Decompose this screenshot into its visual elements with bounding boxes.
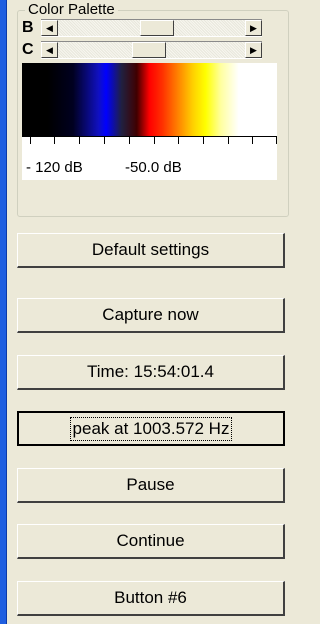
db-scale-tick — [228, 136, 229, 144]
c-scroll-left-button[interactable]: ◀ — [41, 42, 58, 58]
db-scale: - 120 dB -50.0 dB — [22, 136, 277, 180]
db-scale-tick — [54, 136, 55, 144]
c-slider-label: C — [22, 41, 34, 58]
c-scrollbar[interactable]: ◀ ▶ — [41, 41, 262, 59]
c-scroll-right-button[interactable]: ▶ — [245, 42, 262, 58]
db-scale-tick — [154, 136, 155, 144]
color-palette-legend: Color Palette — [25, 1, 118, 18]
db-scale-max-label: -50.0 dB — [125, 159, 182, 176]
db-scale-min-label: - 120 dB — [26, 159, 83, 176]
color-palette-gradient — [22, 63, 277, 136]
arrow-left-icon: ◀ — [46, 22, 53, 33]
window-edge-stripe — [0, 0, 7, 624]
db-scale-tick — [178, 136, 179, 144]
c-scroll-thumb[interactable] — [132, 42, 166, 58]
b-scroll-right-button[interactable]: ▶ — [245, 20, 262, 36]
db-scale-tick — [203, 136, 204, 144]
capture-now-button[interactable]: Capture now — [17, 298, 285, 333]
db-scale-tick — [79, 136, 80, 144]
arrow-right-icon: ▶ — [250, 22, 257, 33]
db-scale-tick — [252, 136, 253, 144]
button-6[interactable]: Button #6 — [17, 581, 285, 616]
db-scale-tick — [276, 136, 277, 144]
pause-button[interactable]: Pause — [17, 468, 285, 503]
db-scale-tick — [104, 136, 105, 144]
arrow-left-icon: ◀ — [46, 44, 53, 55]
peak-button[interactable]: peak at 1003.572 Hz — [17, 411, 285, 446]
b-scrollbar[interactable]: ◀ ▶ — [41, 19, 262, 37]
b-scroll-thumb[interactable] — [140, 20, 174, 36]
db-scale-tick — [30, 136, 31, 144]
b-scroll-left-button[interactable]: ◀ — [41, 20, 58, 36]
default-settings-button[interactable]: Default settings — [17, 233, 285, 268]
continue-button[interactable]: Continue — [17, 524, 285, 559]
time-button[interactable]: Time: 15:54:01.4 — [17, 355, 285, 390]
db-scale-baseline — [22, 136, 277, 137]
b-slider-label: B — [22, 19, 34, 36]
control-panel: Color Palette B ◀ ▶ C ◀ ▶ - 120 dB -50.0… — [7, 0, 293, 624]
db-scale-tick — [129, 136, 130, 144]
peak-button-label: peak at 1003.572 Hz — [69, 416, 233, 441]
arrow-right-icon: ▶ — [250, 44, 257, 55]
